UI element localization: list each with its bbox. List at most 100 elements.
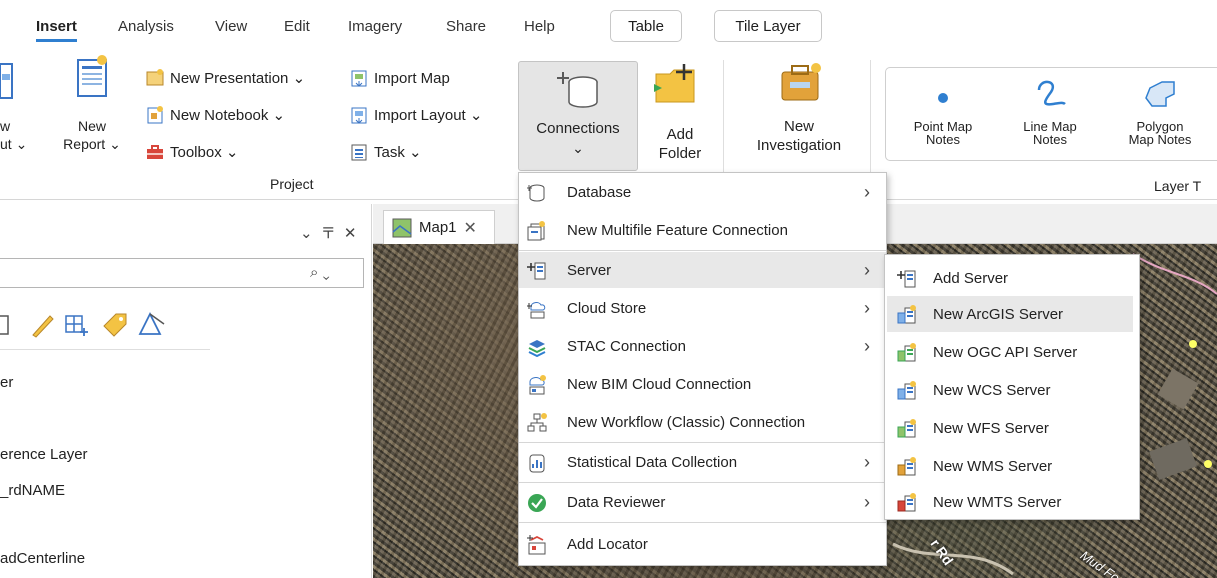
menu-item-server[interactable]: Server › — [519, 252, 886, 288]
new-layout-label-1: w — [0, 118, 11, 134]
wms-server-icon — [897, 457, 916, 476]
menu-item-new-workflow-connection[interactable]: New Workflow (Classic) Connection — [519, 404, 886, 440]
menu-item-data-reviewer[interactable]: Data Reviewer › — [519, 484, 886, 520]
import-layout-label: Import Layout ⌄ — [374, 107, 483, 124]
selection-grid-icon[interactable] — [64, 312, 90, 338]
task-icon — [351, 144, 367, 161]
task-button[interactable]: Task ⌄ — [350, 141, 422, 163]
layer-templates-gallery: Point Map Notes Line Map Notes Polygon M… — [885, 67, 1217, 161]
menu-item-new-wmts-server[interactable]: New WMTS Server — [885, 484, 1139, 520]
notebook-icon — [147, 106, 163, 124]
tab-help[interactable]: Help — [524, 18, 555, 35]
locator-icon — [527, 535, 546, 555]
add-folder-button[interactable]: Add Folder — [648, 60, 712, 172]
tab-insert[interactable]: Insert — [36, 18, 77, 42]
wfs-server-icon — [897, 419, 916, 438]
bim-icon — [529, 375, 546, 395]
tab-view[interactable]: View — [215, 18, 247, 35]
point-map-notes-button[interactable]: Point Map Notes — [894, 68, 992, 160]
statistical-icon — [529, 454, 545, 473]
tab-edit[interactable]: Edit — [284, 18, 310, 35]
menu-item-new-bim-cloud-connection[interactable]: New BIM Cloud Connection — [519, 366, 886, 402]
menu-item-add-locator[interactable]: Add Locator — [519, 526, 886, 562]
ribbon-tab-bar: Insert Analysis View Edit Imagery Share … — [0, 0, 1217, 48]
import-layout-button[interactable]: Import Layout ⌄ — [350, 104, 482, 126]
reviewer-icon — [528, 494, 546, 512]
import-layout-icon — [351, 107, 367, 124]
project-group-label: Project — [270, 176, 314, 192]
new-investigation-button[interactable]: New Investigation — [740, 60, 858, 172]
menu-item-stac-connection[interactable]: STAC Connection › — [519, 328, 886, 364]
toolbox-button[interactable]: Toolbox ⌄ — [146, 141, 238, 163]
polygon-notes-label-2: Map Notes — [1128, 132, 1192, 147]
add-server-icon — [897, 270, 916, 288]
tab-table[interactable]: Table — [610, 10, 682, 42]
wcs-server-icon — [897, 381, 916, 400]
chevron-right-icon: › — [864, 451, 870, 472]
list-by-drawing-order-icon[interactable] — [0, 314, 12, 336]
chevron-right-icon: › — [864, 491, 870, 512]
tab-share[interactable]: Share — [446, 18, 486, 35]
tab-map1[interactable]: Map1 ✕ — [383, 210, 495, 244]
connections-label: Connections — [536, 120, 620, 137]
chevron-right-icon: › — [864, 259, 870, 280]
map-icon — [392, 218, 412, 237]
menu-item-new-wms-server[interactable]: New WMS Server — [885, 448, 1139, 484]
layer-item-partial[interactable]: er — [0, 374, 13, 391]
new-report-button[interactable]: New Report ⌄ — [62, 54, 122, 172]
menu-separator — [519, 442, 886, 443]
menu-item-database[interactable]: Database › — [519, 174, 886, 210]
search-icon[interactable]: ⌕ ⌄ — [310, 264, 330, 281]
tab-imagery[interactable]: Imagery — [348, 18, 402, 35]
list-by-snapping-icon[interactable] — [136, 310, 166, 338]
layout-icon — [0, 63, 13, 99]
polygon-icon — [1145, 81, 1175, 107]
toolbox-label: Toolbox ⌄ — [170, 144, 239, 161]
polygon-map-notes-button[interactable]: Polygon Map Notes — [1110, 68, 1210, 160]
point-icon — [938, 93, 948, 103]
menu-item-add-server[interactable]: Add Server — [885, 260, 1139, 296]
pane-controls[interactable]: ⌄ 〒 ✕ — [300, 222, 358, 243]
add-folder-label-2: Folder — [658, 145, 702, 162]
new-layout-button[interactable]: w ut ⌄ — [0, 60, 30, 170]
contents-pane: ⌄ 〒 ✕ ⌕ ⌄ er erence Layer _rdNAME adCent… — [0, 204, 372, 578]
connections-button[interactable]: Connections ⌄ — [518, 61, 638, 171]
new-notebook-label: New Notebook ⌄ — [170, 107, 286, 124]
wmts-server-icon — [897, 493, 916, 512]
line-map-notes-button[interactable]: Line Map Notes — [1001, 68, 1099, 160]
cloud-store-icon — [527, 302, 546, 319]
point-notes-label-2: Notes — [926, 132, 960, 147]
layer-item-rdname[interactable]: _rdNAME — [0, 482, 65, 499]
menu-item-new-multifile-feature-connection[interactable]: New Multifile Feature Connection — [519, 212, 886, 248]
tab-tile-layer[interactable]: Tile Layer — [714, 10, 822, 42]
import-map-icon — [351, 70, 367, 87]
menu-item-statistical-data-collection[interactable]: Statistical Data Collection › — [519, 444, 886, 480]
menu-item-new-arcgis-server[interactable]: New ArcGIS Server — [887, 296, 1133, 332]
new-presentation-button[interactable]: New Presentation ⌄ — [146, 67, 305, 89]
menu-item-new-wcs-server[interactable]: New WCS Server — [885, 372, 1139, 408]
new-report-label-2: Report ⌄ — [63, 136, 121, 152]
ribbon-separator — [870, 60, 871, 172]
edit-pencil-icon[interactable] — [30, 312, 54, 338]
layer-item-road-centerline[interactable]: adCenterline — [0, 550, 85, 567]
chevron-right-icon: › — [864, 181, 870, 202]
investigation-icon — [781, 63, 821, 101]
layer-item-reference-layer[interactable]: erence Layer — [0, 446, 88, 463]
menu-item-new-wfs-server[interactable]: New WFS Server — [885, 410, 1139, 446]
import-map-label: Import Map — [374, 69, 450, 87]
menu-item-new-ogc-api-server[interactable]: New OGC API Server — [885, 334, 1139, 370]
toolbox-icon — [147, 145, 163, 159]
ogc-server-icon — [897, 343, 916, 362]
add-folder-label-1: Add — [666, 126, 694, 143]
label-tag-icon[interactable] — [100, 310, 128, 338]
new-notebook-button[interactable]: New Notebook ⌄ — [146, 104, 285, 126]
report-icon — [77, 55, 107, 97]
contents-search-input[interactable]: ⌕ ⌄ — [0, 258, 364, 288]
import-map-button[interactable]: Import Map — [350, 67, 450, 89]
database-icon — [527, 184, 545, 202]
tab-analysis[interactable]: Analysis — [118, 18, 174, 35]
layer-templates-group-label: Layer T — [1154, 178, 1202, 194]
menu-item-cloud-store[interactable]: Cloud Store › — [519, 290, 886, 326]
close-icon[interactable]: ✕ — [464, 218, 477, 238]
connections-chevron-icon: ⌄ — [572, 140, 584, 156]
